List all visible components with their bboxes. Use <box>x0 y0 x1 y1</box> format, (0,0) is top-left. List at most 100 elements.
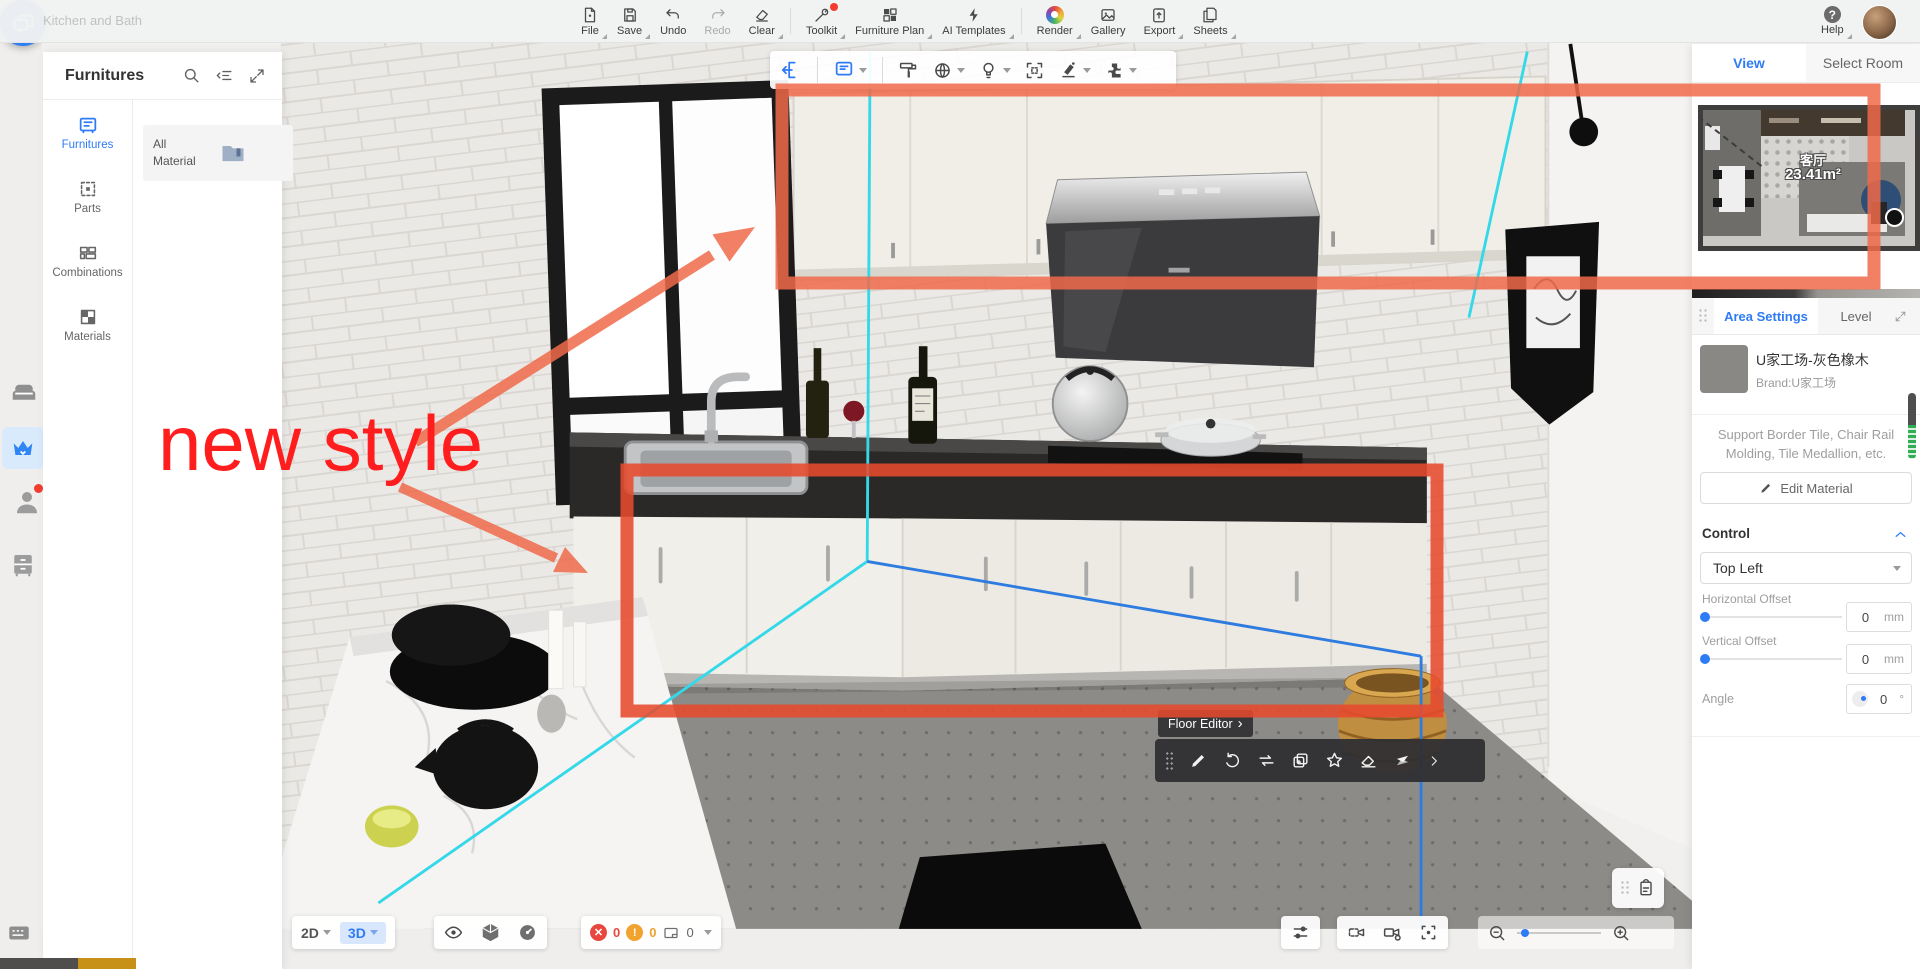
chevron-down-icon[interactable] <box>703 930 712 935</box>
expand-panel-icon[interactable] <box>248 67 266 85</box>
toolkit-wrench-icon <box>814 8 828 22</box>
material-thumbnail[interactable] <box>1700 345 1748 393</box>
lighting-button[interactable] <box>978 60 1011 81</box>
floorplan-minimap[interactable]: 客厅 23.41m² <box>1697 105 1920 251</box>
favorite-star-icon[interactable] <box>1325 751 1344 770</box>
kettle[interactable] <box>1051 365 1129 442</box>
file-button[interactable]: File <box>572 0 608 42</box>
furniture-plan-button[interactable]: Furniture Plan <box>846 0 933 42</box>
range-hood[interactable] <box>1045 171 1321 368</box>
ai-templates-button[interactable]: AI Templates <box>933 0 1014 42</box>
gallery-button[interactable]: Gallery <box>1082 0 1135 42</box>
catalog-nav: Furnitures Parts Combinations Materials <box>43 100 133 969</box>
all-material-card[interactable]: All Material <box>143 125 293 181</box>
slider-knob[interactable] <box>1700 654 1710 664</box>
zoom-slider[interactable] <box>1517 928 1601 938</box>
solid-cube-icon[interactable] <box>480 922 501 943</box>
redo-button[interactable]: Redo <box>695 0 739 42</box>
horizontal-offset-slider[interactable] <box>1700 612 1842 622</box>
undo-button[interactable]: Undo <box>651 0 695 42</box>
float-vip-shortcut[interactable] <box>2 427 44 469</box>
globe-material-button[interactable] <box>932 60 965 81</box>
angle-label: Angle <box>1702 692 1734 706</box>
collapse-list-icon[interactable] <box>215 66 234 85</box>
copy-plus-icon[interactable] <box>1291 751 1310 770</box>
control-section-title: Control <box>1702 526 1750 541</box>
nav-item-materials[interactable]: Materials <box>43 292 132 356</box>
nav-item-furnitures[interactable]: Furnitures <box>43 100 132 164</box>
zoom-out-icon[interactable] <box>1487 923 1507 943</box>
toolbar-divider <box>817 57 818 83</box>
paint-roller-icon[interactable] <box>898 60 919 81</box>
user-avatar[interactable] <box>1862 5 1897 40</box>
more-chevron-icon[interactable] <box>1427 754 1441 768</box>
toolkit-button[interactable]: Toolkit <box>797 0 846 42</box>
anchor-select[interactable]: Top Left <box>1700 552 1912 584</box>
collapse-chevron-up-icon[interactable] <box>1893 527 1908 542</box>
camera-path-icon[interactable] <box>1346 922 1367 943</box>
panel-scrollbar[interactable] <box>1908 393 1916 459</box>
pencil-icon <box>1761 483 1771 493</box>
swap-arrows-icon[interactable] <box>1257 751 1276 770</box>
mode-2d-button[interactable]: 2D <box>301 925 331 941</box>
clear-button[interactable]: Clear <box>740 0 784 42</box>
tab-select-room[interactable]: Select Room <box>1806 44 1920 82</box>
edit-pencil-icon[interactable] <box>1189 751 1208 770</box>
drag-handle[interactable] <box>1165 750 1174 771</box>
zoom-slider-knob[interactable] <box>1521 928 1529 937</box>
lower-cabinets[interactable] <box>573 516 1427 691</box>
marquee-select-icon[interactable] <box>1024 60 1045 81</box>
chair[interactable] <box>898 843 1142 929</box>
issues-counter[interactable]: ✕ 0 ! 0 0 <box>581 916 721 949</box>
catalog-title: Furnitures <box>65 66 145 84</box>
tab-area-settings[interactable]: Area Settings <box>1714 298 1818 334</box>
format-stamp-button[interactable] <box>1058 60 1091 81</box>
nav-item-parts[interactable]: Parts <box>43 164 132 228</box>
plugins-button[interactable] <box>1104 60 1137 81</box>
angle-input[interactable]: 0 ° <box>1846 684 1912 714</box>
shortcut-keys-button[interactable] <box>6 920 32 951</box>
minimap-camera-icon[interactable] <box>1885 208 1904 227</box>
float-furniture-shortcut[interactable] <box>8 376 40 411</box>
help-button[interactable]: ? Help <box>1812 0 1853 42</box>
canvas-3d-viewport[interactable] <box>0 42 1920 969</box>
tab-level[interactable]: Level <box>1818 298 1894 334</box>
vertical-offset-input[interactable]: 0 mm <box>1846 644 1912 674</box>
rotate-icon[interactable] <box>1223 751 1242 770</box>
exit-room-icon[interactable] <box>780 59 802 81</box>
slider-knob[interactable] <box>1700 612 1710 622</box>
search-icon[interactable] <box>182 66 201 85</box>
clipboard-button[interactable] <box>1612 868 1664 908</box>
eraser-icon[interactable] <box>1359 751 1378 770</box>
focus-center-icon[interactable] <box>1418 922 1439 943</box>
sheets-button[interactable]: Sheets <box>1184 0 1236 42</box>
vertical-offset-unit: mm <box>1884 652 1904 666</box>
render-label: Render <box>1036 24 1073 37</box>
render-settings-button[interactable] <box>1281 916 1320 949</box>
mode-3d-button[interactable]: 3D <box>339 921 386 944</box>
angle-dial[interactable] <box>1852 691 1868 707</box>
furnitures-icon <box>79 117 96 133</box>
tab-view[interactable]: View <box>1692 44 1806 82</box>
expand-panel-icon[interactable] <box>1894 310 1907 323</box>
flip-icon[interactable] <box>1393 751 1412 770</box>
zoom-in-icon[interactable] <box>1611 923 1631 943</box>
render-button[interactable]: Render <box>1028 0 1082 42</box>
float-storage-shortcut[interactable] <box>8 548 38 587</box>
visibility-eye-icon[interactable] <box>443 922 464 943</box>
surface-list-button[interactable] <box>833 59 867 81</box>
float-account-shortcut[interactable] <box>12 484 43 523</box>
performance-dial-icon[interactable] <box>517 922 538 943</box>
undo-label: Undo <box>660 24 687 37</box>
nav-item-combinations[interactable]: Combinations <box>43 228 132 292</box>
vertical-offset-slider[interactable] <box>1700 654 1842 664</box>
export-button[interactable]: Export <box>1135 0 1185 42</box>
save-button[interactable]: Save <box>608 0 651 42</box>
edit-material-button[interactable]: Edit Material <box>1700 472 1912 504</box>
error-count: 0 <box>613 925 621 940</box>
camera-settings-icon[interactable] <box>1382 922 1403 943</box>
floor-editor-button[interactable]: Floor Editor › <box>1158 710 1253 737</box>
drag-handle[interactable] <box>1698 308 1708 324</box>
horizontal-offset-input[interactable]: 0 mm <box>1846 602 1912 632</box>
wall-pennant[interactable] <box>1505 221 1600 425</box>
